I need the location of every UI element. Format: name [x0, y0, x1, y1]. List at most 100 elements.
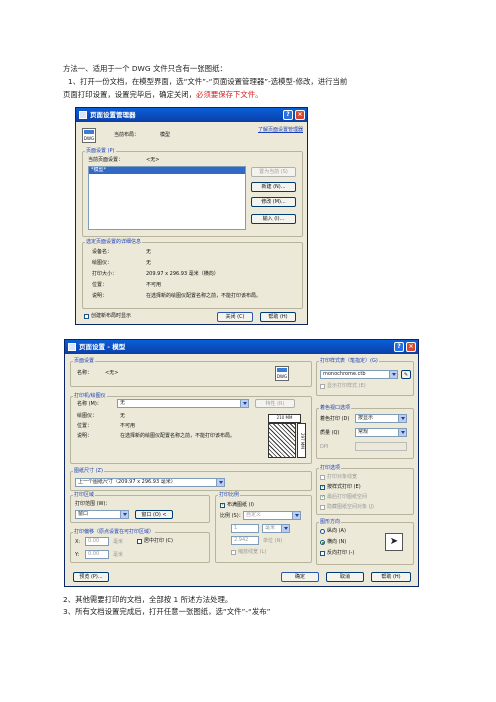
current-setup-label: 当前页面设置：: [88, 157, 124, 163]
page-setups-group-label: 页面设置 (P): [85, 148, 116, 155]
plot-scale-group-label: 打印比例: [218, 492, 241, 499]
help-button[interactable]: 帮助 (H): [371, 572, 411, 582]
help-button[interactable]: 帮助 (H): [260, 312, 296, 322]
offset-y-label: Y:: [75, 552, 80, 558]
chevron-down-icon: [216, 479, 224, 486]
landscape-radio[interactable]: [320, 540, 325, 545]
orientation-preview-icon: ➤: [385, 533, 403, 551]
dialog2-titlebar[interactable]: 页面设置 - 模型 ? ×: [65, 340, 418, 354]
plot-with-styles-checkbox[interactable]: ✓: [320, 485, 325, 490]
dwg-icon: DWG: [82, 128, 96, 143]
dpi-label: DPI: [320, 444, 329, 450]
scale-denominator-input[interactable]: 2.942: [231, 536, 259, 545]
dialog1-titlebar[interactable]: 页面设置管理器 ? ×: [76, 108, 307, 122]
dpi-input[interactable]: [355, 442, 407, 451]
page-setup-list[interactable]: *模型*: [88, 166, 246, 230]
center-plot-checkbox[interactable]: [137, 539, 142, 544]
upside-down-checkbox[interactable]: [320, 551, 325, 556]
show-styles-checkbox[interactable]: [320, 384, 325, 389]
set-current-button[interactable]: 置为当前 (S): [251, 167, 296, 177]
scale-unit-select[interactable]: 毫米: [262, 524, 290, 533]
printer-select[interactable]: 无: [117, 399, 249, 408]
close-icon[interactable]: ×: [406, 342, 416, 352]
chevron-down-icon: [398, 429, 406, 436]
help-link[interactable]: 了解页面设置管理器: [258, 127, 303, 134]
fit-paper-checkbox[interactable]: ✓: [220, 503, 225, 508]
offset-y-unit: 毫米: [113, 552, 124, 558]
properties-button[interactable]: 特性 (R): [255, 399, 295, 408]
quality-select[interactable]: 常规: [355, 428, 407, 437]
shaded-viewport-group-label: 着色视口选项: [319, 405, 352, 412]
import-button[interactable]: 输入 (I)...: [251, 214, 296, 224]
hide-objects-checkbox[interactable]: [320, 505, 325, 510]
printer-group-label: 打印机/绘图仪: [73, 393, 107, 400]
chevron-down-icon: [120, 511, 128, 518]
edit-icon: ✎: [403, 372, 409, 378]
step2-text: 2、其他需要打印的文档，全部按 1 所述方法处理。: [63, 595, 233, 604]
detail-label-location: 位置：: [92, 282, 108, 288]
plot-style-select[interactable]: monochrome.ctb: [320, 370, 398, 379]
offset-x-label: X:: [75, 539, 81, 545]
dialog1-title: 页面设置管理器: [90, 111, 136, 119]
current-layout-label: 当前布局：: [114, 132, 140, 138]
detail-value-plotter: 无: [146, 260, 152, 266]
upside-down-label: 反向打印 (-): [327, 550, 355, 556]
detail-value-device: 无: [146, 249, 152, 255]
chevron-down-icon: [389, 371, 397, 378]
preview-button[interactable]: 预览 (P)...: [73, 572, 109, 582]
detail-value-plot-size: 209.97 x 296.93 毫米（横向）: [146, 271, 219, 277]
edit-style-button[interactable]: ✎: [401, 370, 411, 379]
scale-lineweight-label: 缩放线宽 (L): [238, 549, 267, 555]
paperspace-last-label: 最后打印图纸空间: [327, 494, 368, 500]
paperspace-last-checkbox[interactable]: ✓: [320, 495, 325, 500]
details-group-label: 选定页面设置的详细信息: [85, 239, 143, 246]
scale-lineweight-checkbox[interactable]: [231, 550, 236, 555]
chevron-down-icon: [398, 415, 406, 422]
scale-select[interactable]: 自定义: [243, 511, 301, 520]
shade-plot-label: 着色打印 (D): [320, 416, 350, 422]
show-on-create-checkbox[interactable]: [84, 314, 89, 319]
autocad-icon: [79, 111, 87, 119]
help-icon[interactable]: ?: [394, 342, 404, 352]
fit-paper-label: 布满图纸 (I): [227, 502, 254, 508]
scale-unit-label: 单位 (N): [263, 538, 283, 544]
list-item-model[interactable]: *模型*: [89, 167, 245, 174]
description-label: 说明：: [77, 433, 93, 439]
offset-y-input[interactable]: 0.00: [85, 550, 109, 559]
detail-label-description: 说明：: [92, 293, 108, 299]
scale-numerator-input[interactable]: 1: [231, 524, 259, 533]
paper-size-select[interactable]: 上一个图纸尺寸（209.97 x 296.93 毫米）: [75, 478, 225, 487]
plot-lineweights-label: 打印对象线宽: [327, 474, 358, 480]
shade-plot-select[interactable]: 按显示: [355, 414, 407, 423]
close-icon[interactable]: ×: [295, 110, 305, 120]
paper-size-group-label: 图纸尺寸 (Z): [73, 468, 104, 475]
page-setup-group-label: 页面设置: [73, 358, 96, 365]
help-icon[interactable]: ?: [283, 110, 293, 120]
plot-options-group-label: 打印选项: [319, 465, 342, 472]
offset-x-unit: 毫米: [113, 539, 124, 545]
window-button[interactable]: 窗口 (O) <: [135, 510, 173, 519]
ok-button[interactable]: 确定: [281, 572, 319, 582]
modify-button[interactable]: 修改 (M)...: [251, 197, 296, 207]
plot-range-select[interactable]: 窗口: [75, 510, 129, 519]
new-button[interactable]: 新建 (N)...: [251, 182, 296, 192]
cancel-button[interactable]: 取消: [326, 572, 364, 582]
hide-objects-label: 隐藏图纸空间对象 (J): [327, 504, 374, 510]
step3-text: 3、所有文档设置完成后，打开任意一张图纸，选“文件”-“发布”: [63, 607, 271, 616]
printer-name-label: 名称 (M)：: [77, 401, 102, 407]
chevron-down-icon: [292, 512, 300, 519]
preview-height-label: 297 MM: [297, 423, 306, 458]
plotter-value: 无: [120, 413, 126, 419]
detail-label-plotter: 绘图仪：: [92, 260, 113, 266]
detail-value-description: 在选择新的绘图仪配置名称之前，不能打印该布局。: [146, 293, 262, 299]
portrait-label: 纵向 (A): [327, 528, 346, 534]
step1-warning: 必须要保存下文件。: [196, 90, 263, 99]
plot-lineweights-checkbox[interactable]: [320, 475, 325, 480]
plot-style-group-label: 打印样式表（笔指定）(G): [319, 358, 379, 365]
portrait-radio[interactable]: [320, 529, 325, 534]
offset-x-input[interactable]: 0.00: [85, 537, 109, 546]
page-setup-manager-dialog: 页面设置管理器 ? × DWG 当前布局： 模型 了解页面设置管理器 页面设置 …: [75, 107, 308, 325]
landscape-label: 横向 (N): [327, 539, 347, 545]
close-button[interactable]: 关闭 (C): [217, 312, 253, 322]
quality-label: 质量 (Q): [320, 430, 340, 436]
